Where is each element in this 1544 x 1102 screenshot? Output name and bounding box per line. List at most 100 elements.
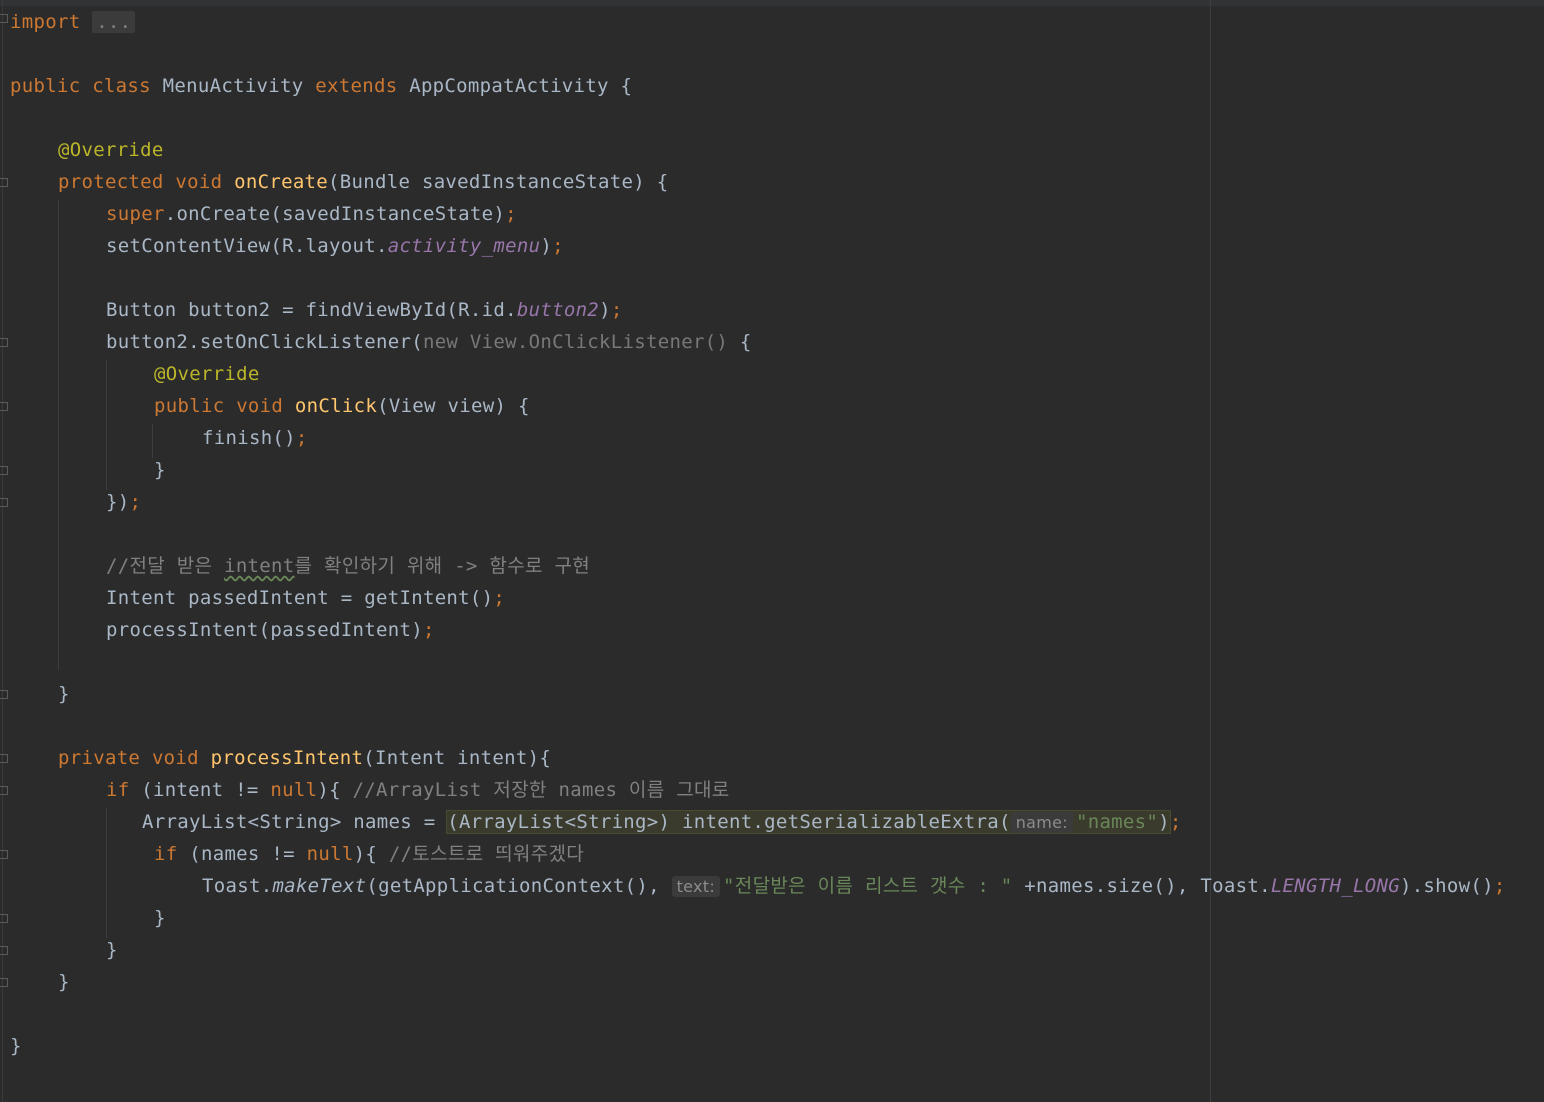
- semicolon: ;: [610, 299, 623, 321]
- code-text: }: [10, 1035, 22, 1057]
- code-text: }: [58, 683, 70, 705]
- keyword: import: [10, 11, 81, 33]
- keyword: public: [154, 395, 225, 417]
- annotation: @Override: [58, 139, 164, 161]
- folded-imports[interactable]: ...: [92, 11, 136, 33]
- indent-guide: [106, 360, 107, 490]
- gutter-border: [2, 0, 3, 1102]
- fold-marker-icon[interactable]: [0, 402, 8, 411]
- code-text: (Intent intent){: [363, 747, 552, 769]
- code-text: ): [1158, 811, 1170, 833]
- code-text: }: [154, 907, 166, 929]
- code-text: }: [58, 971, 70, 993]
- fold-marker-icon[interactable]: [0, 850, 8, 859]
- code-line[interactable]: finish();: [202, 422, 308, 454]
- fold-marker-icon[interactable]: [0, 690, 8, 699]
- code-text: ): [599, 299, 611, 321]
- fold-marker-icon[interactable]: [0, 978, 8, 987]
- code-line[interactable]: ArrayList<String> names = (ArrayList<Str…: [142, 806, 1182, 838]
- code-text: Button button2 = findViewById(R.id.: [106, 299, 517, 321]
- static-method: makeText: [272, 875, 367, 897]
- code-line[interactable]: }: [106, 934, 118, 966]
- fold-marker-icon[interactable]: [0, 946, 8, 955]
- code-line[interactable]: import ...: [10, 6, 136, 38]
- fold-marker-icon[interactable]: [0, 338, 8, 347]
- code-line[interactable]: }: [154, 454, 166, 486]
- fold-marker-icon[interactable]: [0, 786, 8, 795]
- code-text: {: [728, 331, 752, 353]
- code-text: +names.size(), Toast.: [1012, 875, 1271, 897]
- code-line[interactable]: button2.setOnClickListener(new View.OnCl…: [106, 326, 752, 358]
- fold-marker-icon[interactable]: [0, 178, 8, 187]
- code-line[interactable]: public class MenuActivity extends AppCom…: [10, 70, 632, 102]
- code-text: (ArrayList<String>) intent.getSerializab…: [447, 811, 1011, 833]
- code-line[interactable]: setContentView(R.layout.activity_menu);: [106, 230, 564, 262]
- fold-marker-icon[interactable]: [0, 914, 8, 923]
- code-text: ): [540, 235, 553, 257]
- semicolon: ;: [129, 491, 142, 513]
- code-line[interactable]: public void onClick(View view) {: [154, 390, 530, 422]
- keyword: null: [306, 843, 354, 865]
- semicolon: ;: [1169, 811, 1182, 833]
- keyword: private: [58, 747, 141, 769]
- code-line[interactable]: }: [58, 678, 70, 710]
- code-line[interactable]: Intent passedIntent = getIntent();: [106, 582, 505, 614]
- code-text: }: [106, 939, 118, 961]
- parameter-hint: name:: [1010, 812, 1073, 833]
- code-line[interactable]: processIntent(passedIntent);: [106, 614, 435, 646]
- code-line[interactable]: });: [106, 486, 141, 518]
- code-line[interactable]: if (intent != null){ //ArrayList 저장한 nam…: [106, 774, 730, 806]
- code-text: }): [106, 491, 130, 513]
- semicolon: ;: [1493, 875, 1506, 897]
- code-line[interactable]: if (names != null){ //토스트로 띄워주겠다: [154, 838, 584, 870]
- fold-marker-icon[interactable]: [0, 466, 8, 475]
- editor-top-border: [0, 0, 1544, 6]
- fold-marker-icon[interactable]: [0, 498, 8, 507]
- code-line[interactable]: Toast.makeText(getApplicationContext(), …: [202, 870, 1506, 902]
- code-text: (View view) {: [377, 395, 530, 417]
- code-line[interactable]: //전달 받은 intent를 확인하기 위해 -> 함수로 구현: [106, 550, 590, 582]
- code-line[interactable]: }: [154, 902, 166, 934]
- field-ref: button2: [516, 299, 600, 321]
- code-line[interactable]: private void processIntent(Intent intent…: [58, 742, 551, 774]
- fold-marker-icon[interactable]: [0, 14, 8, 23]
- indent-guide: [152, 424, 153, 458]
- annotation: @Override: [154, 363, 260, 385]
- comment: 를 확인하기 위해 -> 함수로 구현: [294, 555, 591, 577]
- class-name: MenuActivity: [162, 75, 304, 97]
- code-line[interactable]: super.onCreate(savedInstanceState);: [106, 198, 517, 230]
- field-ref: LENGTH_LONG: [1270, 875, 1400, 897]
- keyword: if: [154, 843, 178, 865]
- code-text: (names !=: [177, 843, 307, 865]
- keyword: super: [106, 203, 165, 225]
- spellcheck-word: intent: [224, 555, 295, 577]
- code-text: Intent passedIntent = getIntent(): [106, 587, 494, 609]
- code-line[interactable]: }: [10, 1030, 22, 1062]
- code-line[interactable]: Button button2 = findViewById(R.id.butto…: [106, 294, 623, 326]
- fold-marker-icon[interactable]: [0, 754, 8, 763]
- code-line[interactable]: @Override: [58, 134, 164, 166]
- code-text: ).show(): [1399, 875, 1494, 897]
- indent-guide: [106, 808, 107, 938]
- keyword: class: [92, 75, 151, 97]
- code-text: }: [154, 459, 166, 481]
- field-ref: activity_menu: [387, 235, 541, 257]
- semicolon: ;: [422, 619, 435, 641]
- parent-class: AppCompatActivity {: [409, 75, 633, 97]
- keyword: protected: [58, 171, 164, 193]
- code-line[interactable]: protected void onCreate(Bundle savedInst…: [58, 166, 668, 198]
- indent-guide: [58, 200, 59, 670]
- comment: //토스트로 띄워주겠다: [388, 843, 585, 865]
- code-editor[interactable]: import ... public class MenuActivity ext…: [0, 0, 1544, 1102]
- code-line[interactable]: }: [58, 966, 70, 998]
- keyword: void: [175, 171, 223, 193]
- string-literal: "전달받은 이름 리스트 갯수 : ": [723, 875, 1013, 897]
- comment: //ArrayList 저장한 names 이름 그대로: [352, 779, 730, 801]
- method-name: onClick: [294, 395, 378, 417]
- keyword: public: [10, 75, 81, 97]
- code-text: processIntent(passedIntent): [106, 619, 423, 641]
- code-line[interactable]: @Override: [154, 358, 260, 390]
- code-text: setContentView(R.layout.: [106, 235, 388, 257]
- keyword: extends: [315, 75, 398, 97]
- right-margin-guide: [1210, 0, 1211, 1102]
